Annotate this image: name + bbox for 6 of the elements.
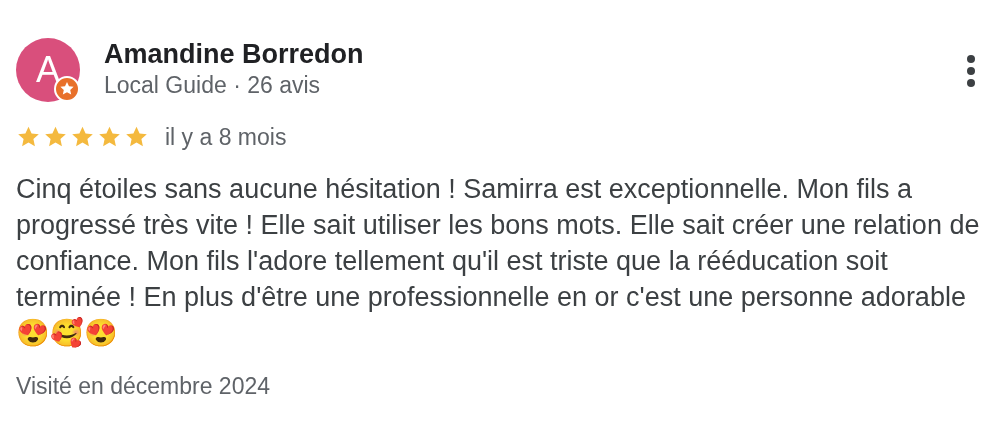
- visit-date: Visité en décembre 2024: [16, 371, 272, 401]
- author-name[interactable]: Amandine Borredon: [104, 38, 966, 70]
- more-options-icon[interactable]: [966, 54, 976, 88]
- author-info: Local Guide · 26 avis: [104, 71, 322, 100]
- review-time: il y a 8 mois: [165, 123, 287, 152]
- review-text: Cinq étoiles sans aucune hésitation ! Samirra est exceptionnelle. Mon fils a progressé très vite ! Elle sait utiliser les bons mots. Elle sait créer une relation de confiance. Mon fils l'adore tellement qu'il est triste que la rééducation soit terminée ! En plus d'être une professionnelle en or c'est une personne adorable 😍🥰😍: [16, 172, 981, 350]
